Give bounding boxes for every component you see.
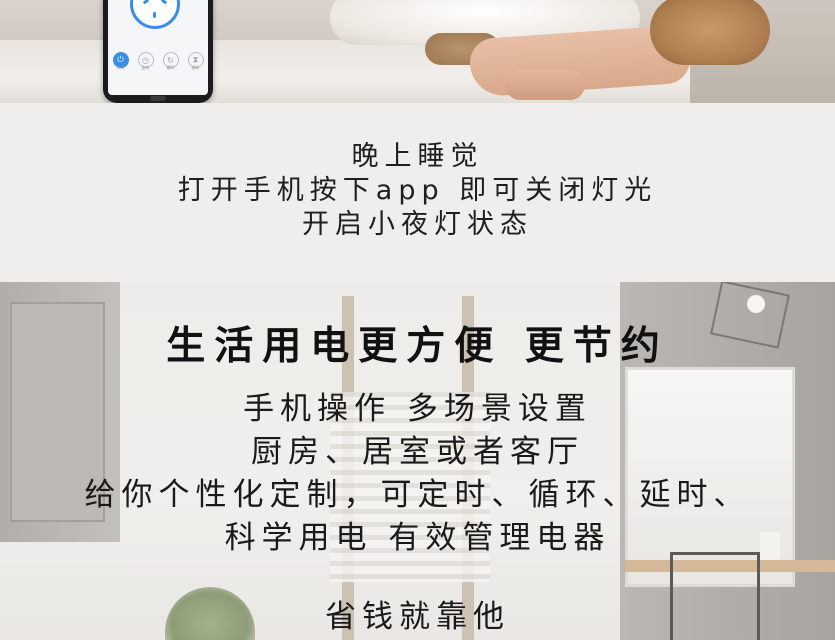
headline: 生活用电更方便 更节约	[166, 324, 669, 369]
nav-label-timer: 定时	[141, 65, 150, 70]
feature-line-1: 手机操作 多场景设置	[243, 391, 592, 427]
home-button	[150, 96, 166, 101]
caption-line-3: 开启小夜灯状态	[302, 209, 533, 240]
sleep-caption: 晚上睡觉 打开手机按下app 即可关闭灯光 开启小夜灯状态	[0, 140, 835, 242]
app-nav-labels: 开关 定时 循环 延时	[108, 65, 208, 71]
nav-label-switch: 开关	[116, 65, 125, 70]
smartphone: ⏻ ◷ ↻ ⧗ 开关 定时 循环 延时	[103, 0, 213, 103]
phone-screen: ⏻ ◷ ↻ ⧗ 开关 定时 循环 延时	[108, 0, 208, 95]
hand	[505, 70, 585, 100]
caption-line-1: 晚上睡觉	[351, 141, 484, 172]
nav-label-loop: 循环	[166, 65, 175, 70]
bedroom-photo: ⏻ ◷ ↻ ⧗ 开关 定时 循环 延时	[0, 0, 835, 103]
feature-line-2: 厨房、居室或者客厅	[251, 434, 584, 470]
caption-line-2: 打开手机按下app 即可关闭灯光	[177, 175, 658, 206]
feature-line-4: 科学用电 有效管理电器	[224, 520, 611, 556]
nav-label-delay: 延时	[191, 65, 200, 70]
socket-icon	[130, 0, 180, 29]
hair	[650, 0, 770, 65]
feature-line-3: 给你个性化定制，可定时、循环、延时、	[84, 477, 751, 513]
feature-text: 手机操作 多场景设置 厨房、居室或者客厅 给你个性化定制，可定时、循环、延时、 …	[0, 388, 835, 639]
slogan: 省钱就靠他	[325, 599, 510, 635]
